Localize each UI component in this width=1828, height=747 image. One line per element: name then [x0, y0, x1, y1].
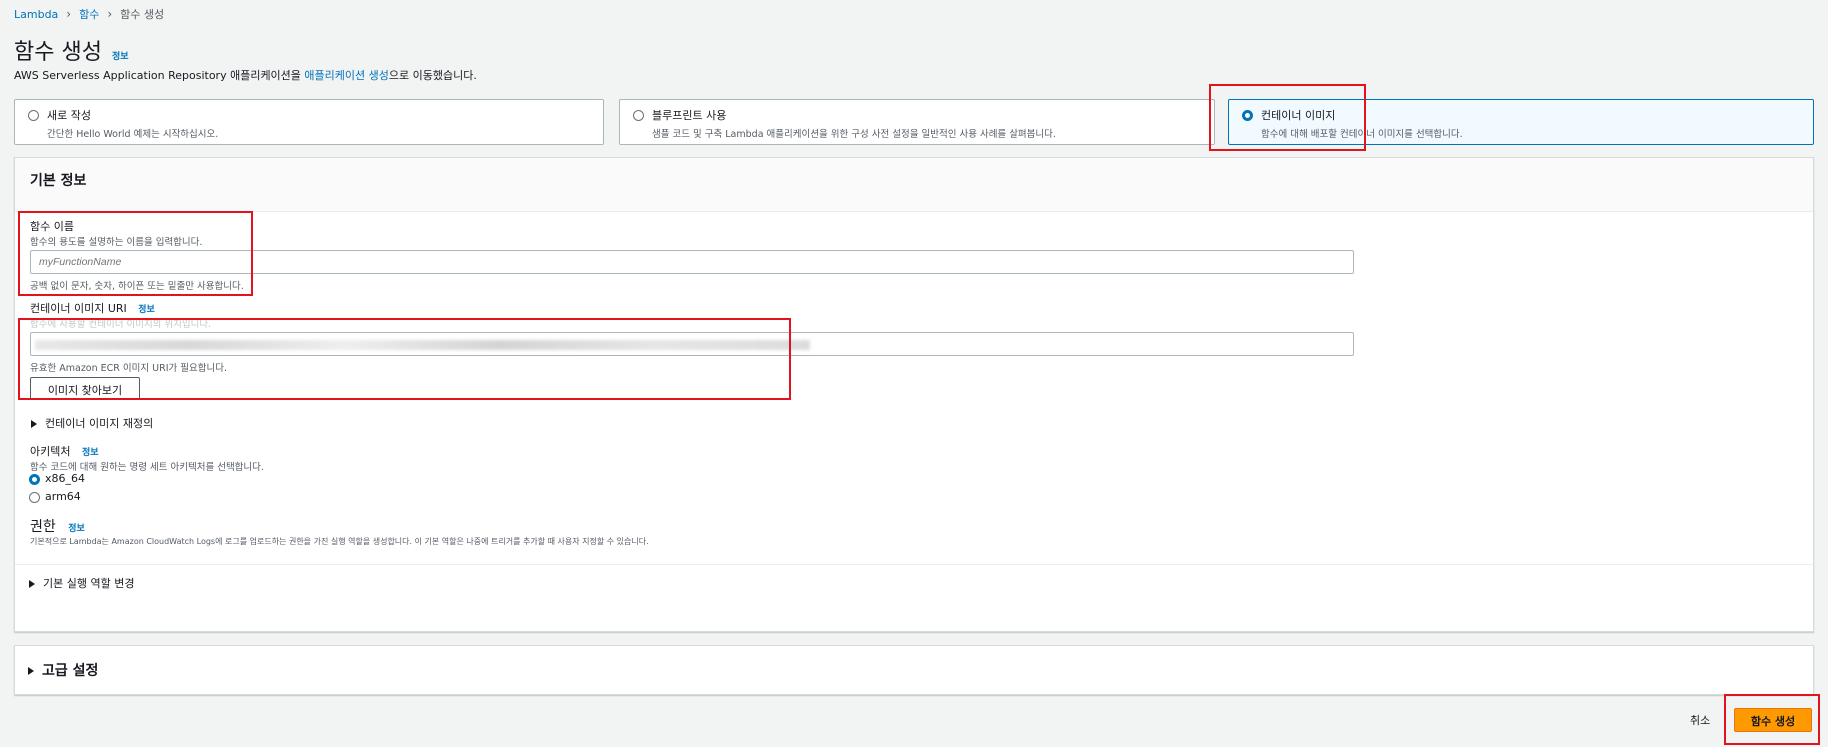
info-link[interactable]: 정보 — [68, 524, 85, 534]
breadcrumb-functions[interactable]: 함수 — [79, 6, 99, 22]
breadcrumb: Lambda › 함수 › 함수 생성 — [14, 6, 164, 22]
option-title: 새로 작성 — [47, 109, 91, 122]
option-desc: 샘플 코드 및 구축 Lambda 애플리케이션을 위한 구성 사전 설정을 일… — [652, 129, 1056, 140]
container-override-toggle[interactable]: 컨테이너 이미지 재정의 — [31, 415, 153, 431]
info-link[interactable]: 정보 — [82, 448, 99, 458]
option-author-from-scratch[interactable]: 새로 작성 간단한 Hello World 예제는 시작하십시오. — [14, 99, 604, 145]
cancel-button[interactable]: 취소 — [1690, 712, 1710, 728]
arch-option-x86[interactable]: x86_64 — [29, 472, 85, 485]
image-uri-label-row: 컨테이너 이미지 URI 정보 — [30, 300, 155, 316]
arch-option-label: x86_64 — [45, 472, 86, 485]
page-subtitle: AWS Serverless Application Repository 애플… — [14, 67, 477, 83]
subtitle-suffix: 으로 이동했습니다. — [388, 69, 477, 82]
breadcrumb-current: 함수 생성 — [120, 8, 165, 21]
image-uri-label: 컨테이너 이미지 URI — [30, 302, 127, 315]
info-link[interactable]: 정보 — [112, 49, 129, 62]
option-desc: 간단한 Hello World 예제는 시작하십시오. — [47, 129, 219, 140]
arch-option-arm64[interactable]: arm64 — [29, 490, 81, 503]
panel-title: 기본 정보 — [30, 173, 87, 189]
create-application-link[interactable]: 애플리케이션 생성 — [304, 69, 388, 82]
highlight-box — [18, 318, 791, 400]
caret-right-icon — [29, 580, 35, 588]
chevron-right-icon: › — [107, 7, 113, 21]
radio-icon[interactable] — [29, 491, 40, 503]
highlight-box — [1209, 84, 1366, 151]
radio-selected-icon[interactable] — [29, 473, 40, 485]
breadcrumb-lambda[interactable]: Lambda — [14, 8, 58, 21]
toggle-label: 기본 실행 역할 변경 — [43, 577, 135, 590]
toggle-label: 컨테이너 이미지 재정의 — [45, 417, 154, 430]
advanced-settings-toggle[interactable]: 고급 설정 — [28, 660, 98, 680]
architecture-label: 아키텍처 — [30, 445, 71, 458]
option-use-blueprint[interactable]: 블루프린트 사용 샘플 코드 및 구축 Lambda 애플리케이션을 위한 구성… — [619, 99, 1215, 145]
permissions-label-row: 권한 정보 — [30, 516, 85, 536]
caret-right-icon — [28, 667, 34, 675]
page-title: 함수 생성 — [14, 40, 102, 65]
architecture-desc: 함수 코드에 대해 원하는 명령 세트 아키텍처를 선택합니다. — [30, 462, 264, 473]
divider — [15, 564, 1813, 565]
execution-role-toggle[interactable]: 기본 실행 역할 변경 — [29, 575, 134, 591]
radio-icon[interactable] — [633, 110, 644, 121]
permissions-label: 권한 — [30, 519, 56, 535]
option-title: 블루프린트 사용 — [652, 109, 727, 122]
info-link[interactable]: 정보 — [138, 305, 155, 315]
panel-header: 기본 정보 — [15, 158, 1813, 212]
advanced-settings-label: 고급 설정 — [42, 663, 99, 679]
highlight-box — [1724, 694, 1820, 745]
permissions-desc: 기본적으로 Lambda는 Amazon CloudWatch Logs에 로그… — [30, 537, 649, 546]
chevron-right-icon: › — [66, 7, 72, 21]
arch-option-label: arm64 — [45, 490, 81, 503]
advanced-settings-panel[interactable]: 고급 설정 — [14, 645, 1814, 695]
caret-right-icon — [31, 420, 37, 428]
highlight-box — [18, 211, 253, 296]
radio-icon[interactable] — [28, 110, 39, 121]
subtitle-text: AWS Serverless Application Repository 애플… — [14, 69, 305, 82]
page-title-row: 함수 생성 정보 — [14, 34, 129, 66]
architecture-label-row: 아키텍처 정보 — [30, 443, 99, 459]
